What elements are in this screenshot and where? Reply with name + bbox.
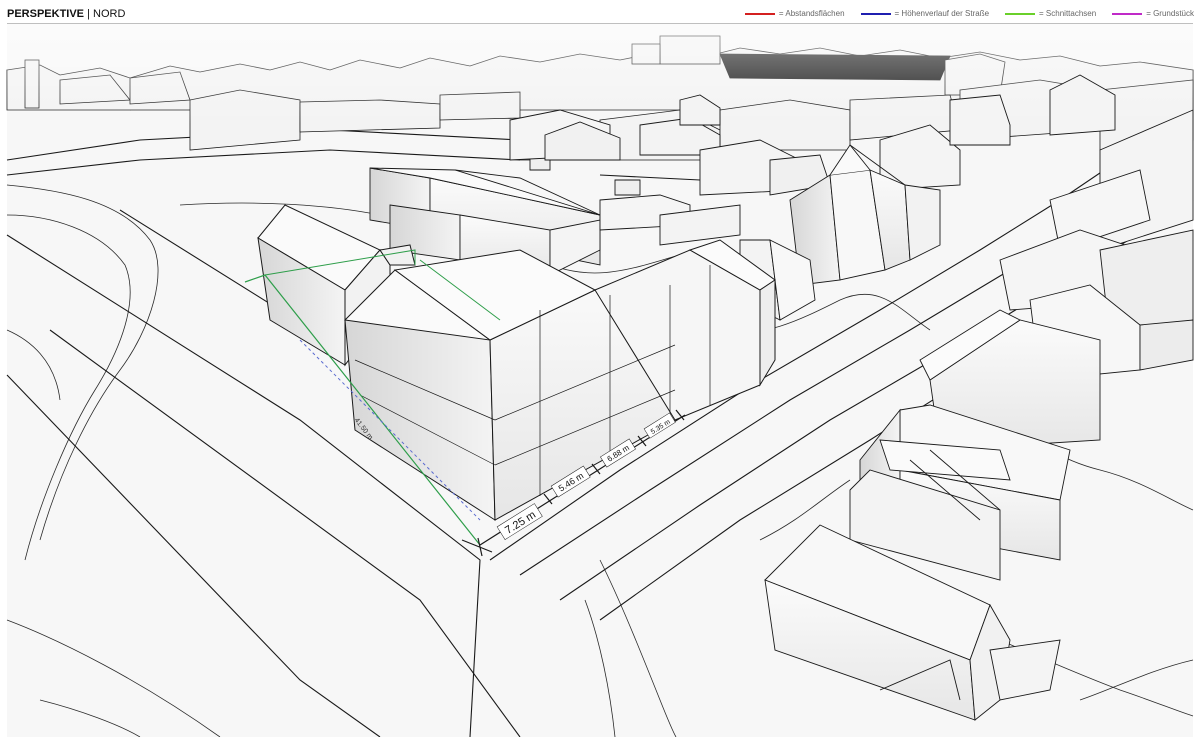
title-direction: NORD xyxy=(93,8,126,20)
distant-fog xyxy=(7,24,1193,124)
legend-swatch-green xyxy=(1005,12,1036,15)
legend-swatch-magenta xyxy=(1112,12,1143,15)
title-bold: PERSPEKTIVE xyxy=(7,8,85,20)
title-separator: | xyxy=(84,8,94,20)
legend-label: = Grundstück xyxy=(1146,9,1194,18)
legend-swatch-red xyxy=(744,12,775,15)
legend-item-abstandsflaechen: = Abstandsflächen xyxy=(744,9,845,18)
page-title: PERSPEKTIVE | NORD xyxy=(7,8,125,20)
perspective-scene: 7.25 m 5.46 m 6.88 m 5.35 m 41.50 m xyxy=(6,24,1194,737)
legend-label: = Abstandsflächen xyxy=(778,9,845,18)
header: PERSPEKTIVE | NORD = Abstandsflächen = H… xyxy=(0,0,1200,22)
legend-label: = Höhenverlauf der Straße xyxy=(894,9,990,18)
legend-item-grundstueck: = Grundstück xyxy=(1112,9,1194,18)
legend-item-hoehenverlauf: = Höhenverlauf der Straße xyxy=(860,9,990,18)
legend-item-schnittachsen: = Schnittachsen xyxy=(1005,9,1096,18)
legend-swatch-blue xyxy=(860,12,891,15)
perspective-page: PERSPEKTIVE | NORD = Abstandsflächen = H… xyxy=(0,0,1200,737)
legend: = Abstandsflächen = Höhenverlauf der Str… xyxy=(744,9,1194,18)
legend-label: = Schnittachsen xyxy=(1039,9,1097,18)
